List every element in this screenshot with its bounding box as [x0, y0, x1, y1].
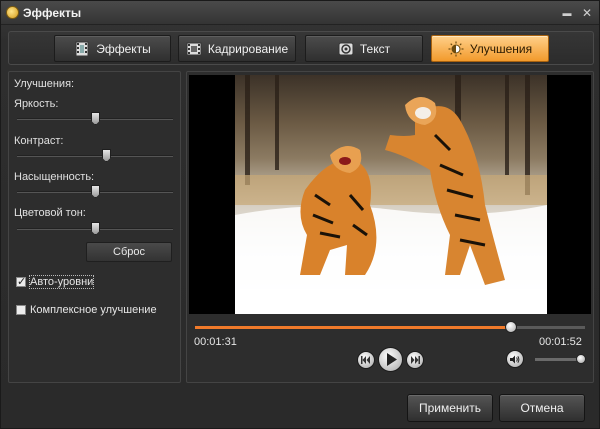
auto-levels-label[interactable]: Авто-уровни — [28, 275, 95, 289]
previous-button[interactable] — [357, 351, 375, 369]
title-bar: Эффекты ▬ ✕ — [1, 1, 599, 25]
sun-icon — [448, 41, 464, 56]
cancel-button[interactable]: Отмена — [499, 394, 585, 422]
tab-bar: Эффекты Кадрирование Текст Улучшения — [8, 31, 594, 65]
timeline-slider[interactable] — [195, 321, 585, 333]
current-time: 00:01:31 — [194, 336, 237, 348]
volume-knob[interactable] — [575, 354, 586, 364]
timeline-progress — [195, 326, 511, 329]
hue-slider[interactable] — [17, 222, 173, 236]
contrast-label: Контраст: — [14, 135, 64, 147]
play-icon — [386, 353, 397, 366]
tab-crop[interactable]: Кадрирование — [178, 35, 296, 62]
section-title: Улучшения: — [14, 78, 75, 90]
speaker-icon — [510, 355, 520, 363]
tab-effects[interactable]: Эффекты — [54, 35, 171, 62]
brightness-label: Яркость: — [14, 98, 59, 110]
total-time: 00:01:52 — [539, 336, 582, 348]
video-frame — [235, 75, 547, 314]
saturation-slider-thumb[interactable] — [91, 185, 100, 198]
tab-text[interactable]: Текст — [305, 35, 423, 62]
enhancements-panel: Улучшения: Яркость: Контраст: Насыщеннос… — [8, 71, 181, 383]
brightness-slider[interactable] — [17, 112, 173, 126]
saturation-label: Насыщенность: — [14, 171, 95, 183]
hue-slider-thumb[interactable] — [91, 222, 100, 235]
skip-back-icon — [361, 356, 370, 364]
effects-window: Эффекты ▬ ✕ Эффекты Кадрирование Текст У… — [0, 0, 600, 429]
volume-slider[interactable] — [535, 354, 586, 364]
complex-enhancement-checkbox[interactable] — [16, 305, 26, 315]
film-icon — [75, 41, 89, 56]
checkmark-icon: ✓ — [17, 276, 27, 288]
apply-button[interactable]: Применить — [407, 394, 493, 422]
tab-text-label: Текст — [359, 41, 391, 56]
complex-enhancement-label[interactable]: Комплексное улучшение — [30, 304, 157, 316]
tab-crop-label: Кадрирование — [207, 41, 289, 56]
timeline-knob[interactable] — [504, 321, 517, 333]
crop-icon — [186, 42, 202, 55]
volume-button[interactable] — [506, 350, 524, 368]
hue-label: Цветовой тон: — [14, 207, 86, 219]
contrast-slider[interactable] — [17, 149, 173, 163]
reset-button[interactable]: Сброс — [86, 242, 172, 262]
tigers-image — [235, 75, 547, 314]
video-preview — [189, 75, 591, 314]
contrast-slider-thumb[interactable] — [101, 149, 111, 162]
preview-panel: 00:01:31 00:01:52 — [186, 71, 594, 383]
saturation-slider[interactable] — [17, 185, 173, 199]
tab-effects-label: Эффекты — [96, 41, 151, 56]
tab-enhancements-label: Улучшения — [469, 41, 533, 56]
text-icon — [338, 42, 354, 55]
next-button[interactable] — [406, 351, 424, 369]
close-button[interactable]: ✕ — [581, 7, 593, 19]
tab-enhancements[interactable]: Улучшения — [431, 35, 549, 62]
play-button[interactable] — [378, 347, 403, 372]
brightness-slider-thumb[interactable] — [91, 112, 100, 125]
minimize-button[interactable]: ▬ — [561, 7, 573, 19]
skip-forward-icon — [411, 356, 420, 364]
window-title: Эффекты — [23, 6, 82, 20]
auto-levels-checkbox[interactable]: ✓ — [16, 276, 27, 288]
app-icon — [6, 6, 19, 19]
